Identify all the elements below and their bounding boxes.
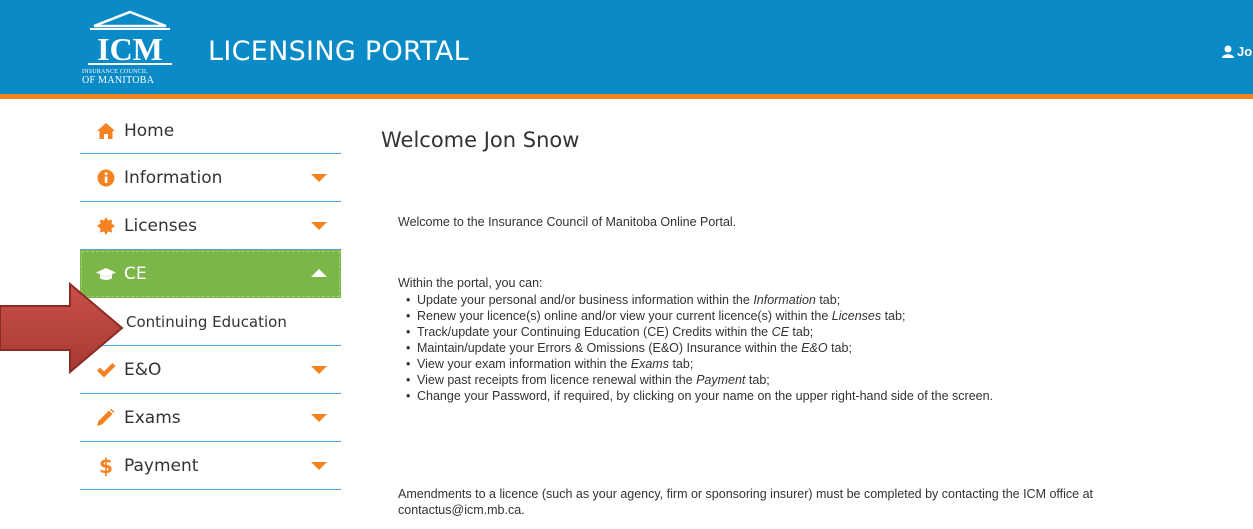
list-item: • Maintain/update your Errors & Omissions… (406, 341, 852, 355)
main-content: Welcome Jon Snow Welcome to the Insuranc… (381, 128, 1241, 517)
icm-logo[interactable]: ICM INSURANCE COUNCIL OF MANITOBA (82, 10, 178, 92)
amendments-text: Amendments to a licence (such as your ag… (398, 487, 1094, 517)
user-menu[interactable]: Jo (1222, 44, 1252, 59)
chevron-down-icon[interactable] (311, 462, 327, 470)
sidebar-item-label: Licenses (124, 215, 197, 236)
sidebar-item-label: Information (124, 167, 223, 188)
badge-icon (96, 216, 116, 236)
building-logo-icon: ICM (88, 10, 172, 67)
sidebar-item-information[interactable]: Information (80, 154, 341, 202)
feature-list: • Update your personal and/or business in… (406, 292, 993, 404)
home-icon (96, 121, 116, 141)
list-item: • Renew your licence(s) online and/or vie… (406, 309, 906, 323)
sidebar-item-label: Home (124, 120, 175, 141)
sidebar-item-label: Payment (124, 455, 199, 476)
list-item: • Change your Password, if required, by c… (406, 389, 994, 403)
chevron-up-icon[interactable] (311, 269, 327, 277)
header-bar: ICM INSURANCE COUNCIL OF MANITOBA LICENS… (0, 0, 1253, 99)
chevron-down-icon[interactable] (311, 414, 327, 422)
sidebar-item-label: E&O (124, 359, 162, 380)
list-item: • View your exam information within the E… (406, 357, 694, 371)
list-item: • Update your personal and/or business in… (406, 293, 841, 307)
within-text: Within the portal, you can: (398, 276, 543, 290)
sidebar-item-payment[interactable]: $ Payment (80, 442, 341, 490)
sidebar-item-label: CE (124, 263, 147, 284)
sidebar-item-exams[interactable]: Exams (80, 394, 341, 442)
user-name[interactable]: Jo (1237, 44, 1252, 59)
list-item: • View past receipts from licence renewal… (406, 373, 770, 387)
chevron-down-icon[interactable] (311, 222, 327, 230)
page-title: Welcome Jon Snow (381, 128, 580, 152)
graduation-cap-icon (96, 264, 116, 284)
info-icon (96, 168, 116, 188)
sidebar-item-licenses[interactable]: Licenses (80, 202, 341, 250)
pencil-icon (96, 408, 116, 428)
svg-text:ICM: ICM (97, 31, 163, 67)
sidebar-item-home[interactable]: Home (80, 108, 341, 154)
chevron-down-icon[interactable] (311, 366, 327, 374)
chevron-down-icon[interactable] (311, 174, 327, 182)
user-icon (1222, 45, 1234, 58)
portal-title: LICENSING PORTAL (208, 36, 469, 67)
dollar-icon: $ (99, 453, 113, 478)
list-item: • Track/update your Continuing Education … (406, 325, 814, 339)
sidebar-subitem-label[interactable]: Continuing Education (126, 313, 287, 331)
sidebar-item-label: Exams (124, 407, 181, 428)
logo-line2: OF MANITOBA (82, 75, 155, 86)
callout-arrow-icon (0, 282, 124, 374)
intro-text: Welcome to the Insurance Council of Mani… (398, 215, 737, 229)
